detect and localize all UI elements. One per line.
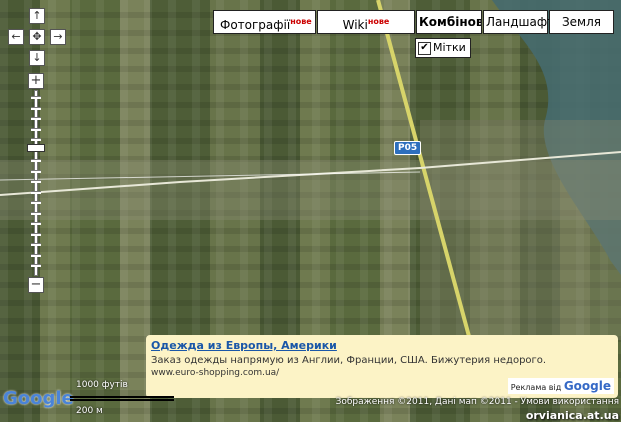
zoom-tick (31, 180, 41, 183)
center-icon: ✥ (32, 30, 42, 43)
zoom-tick (31, 253, 41, 257)
site-watermark: orvianica.at.ua (525, 409, 619, 422)
map-type-earth[interactable]: Земля (549, 10, 614, 34)
labels-toggle[interactable]: ✔ Мітки (415, 38, 471, 58)
zoom-tick (31, 159, 41, 162)
zoom-tick (31, 243, 41, 246)
ad-attribution-prefix: Реклама від (510, 383, 562, 392)
google-logo[interactable]: Google (3, 388, 74, 409)
google-ads-logo: Google (563, 379, 611, 393)
zoom-in-button[interactable]: + (28, 73, 44, 89)
map-type-label: Wiki (342, 18, 368, 32)
scale-line-imperial (70, 396, 174, 398)
map-type-wiki[interactable]: Wikiнове (317, 10, 415, 34)
pan-control: ↑ ← ✥ → ↓ (8, 8, 66, 66)
map-type-hybrid[interactable]: Комбінован (416, 10, 482, 34)
map-type-label: Фотографії (220, 18, 291, 32)
village-east (420, 120, 621, 340)
zoom-tick (31, 169, 41, 173)
map-type-terrain[interactable]: Ландшафт (483, 10, 554, 34)
arrow-left-icon: ← (11, 30, 21, 43)
scale-line-metric (70, 399, 174, 401)
checkbox-checked-icon[interactable]: ✔ (418, 41, 431, 55)
zoom-tick (31, 211, 41, 215)
copyright-text[interactable]: Зображення ©2011, Дані мап ©2011 - Умови… (336, 397, 619, 407)
map-type-label: Ландшафт (486, 15, 555, 29)
minus-icon: − (30, 277, 42, 292)
zoom-tick (31, 201, 41, 204)
zoom-tick (31, 222, 41, 225)
new-badge: нове (367, 17, 390, 26)
zoom-tick (31, 127, 41, 131)
zoom-track[interactable] (28, 90, 44, 276)
map-type-bar: Фотографіїнове Wikiнове Комбінован Ландш… (213, 10, 615, 34)
ad-title-link[interactable]: Одежда из Европы, Америки (151, 339, 614, 352)
road-shield: P05 (394, 141, 422, 155)
labels-toggle-label: Мітки (433, 41, 466, 54)
scale-metric: 200 м (76, 406, 103, 416)
pan-center-button[interactable]: ✥ (29, 29, 45, 45)
zoom-slider-handle[interactable] (27, 144, 45, 152)
zoom-out-button[interactable]: − (28, 277, 44, 293)
pan-left-button[interactable]: ← (8, 29, 24, 45)
plus-icon: + (30, 73, 42, 88)
satellite-map[interactable]: ↑ ← ✥ → ↓ + − Фотографіїнове Wikiнове Ко… (0, 0, 621, 422)
new-badge: нове (290, 17, 312, 26)
zoom-tick (31, 264, 41, 267)
zoom-tick (31, 190, 41, 194)
scale-bar: 1000 футів 200 м (70, 380, 178, 420)
zoom-tick (31, 117, 41, 120)
ad-box: Одежда из Европы, Америки Заказ одежды н… (146, 335, 618, 398)
arrow-right-icon: → (53, 30, 63, 43)
pan-down-button[interactable]: ↓ (29, 50, 45, 66)
map-type-label: Комбінован (419, 15, 481, 29)
map-type-photos[interactable]: Фотографіїнове (213, 10, 316, 34)
zoom-tick (31, 96, 41, 99)
zoom-tick (31, 138, 41, 141)
pan-right-button[interactable]: → (50, 29, 66, 45)
scale-imperial: 1000 футів (76, 380, 128, 390)
ad-attribution[interactable]: Реклама від Google (507, 378, 614, 394)
arrow-up-icon: ↑ (32, 9, 42, 22)
zoom-tick (31, 232, 41, 236)
ad-description: Заказ одежды напрямую из Англии, Франции… (151, 355, 547, 366)
arrow-down-icon: ↓ (32, 51, 42, 64)
zoom-tick (31, 106, 41, 110)
map-type-label: Земля (561, 15, 602, 29)
ad-url[interactable]: www.euro-shopping.com.ua/ (151, 368, 614, 378)
pan-up-button[interactable]: ↑ (29, 8, 45, 24)
